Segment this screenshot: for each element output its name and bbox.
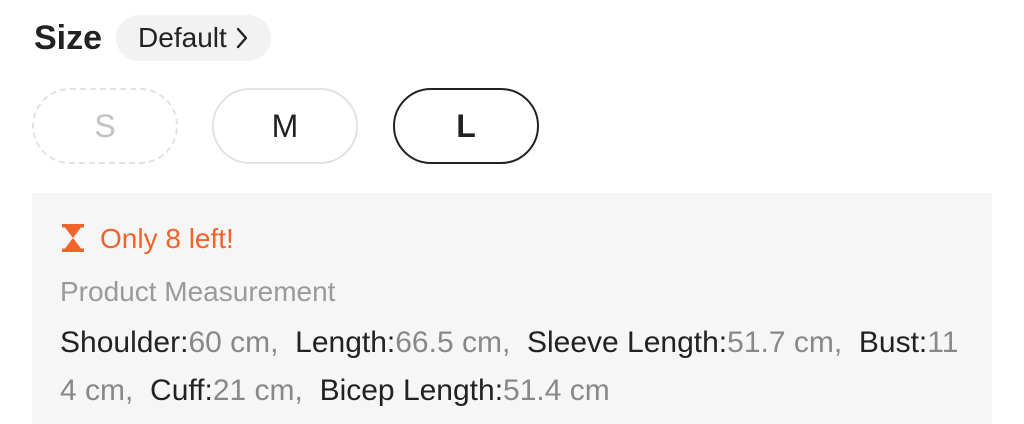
measurement-value: 21 cm (212, 374, 295, 407)
measurement-value: 51.7 cm (727, 326, 834, 359)
size-info-panel: Only 8 left! Product Measurement Shoulde… (32, 193, 992, 424)
measurement-value: 51.4 cm (503, 374, 610, 407)
measurement-separator: , (501, 326, 527, 359)
measurement-separator: , (833, 326, 859, 359)
measurement-item: Length:66.5 cm, (295, 326, 527, 359)
measurement-separator: , (294, 374, 320, 407)
measurement-item: Sleeve Length:51.7 cm, (527, 326, 859, 359)
size-option-m[interactable]: M (212, 88, 358, 164)
size-header: Size Default (34, 14, 271, 62)
measurement-list: Shoulder:60 cm, Length:66.5 cm, Sleeve L… (60, 319, 964, 415)
measurement-label: Sleeve Length: (526, 326, 728, 359)
size-option-l[interactable]: L (393, 88, 539, 164)
hourglass-icon (60, 223, 88, 255)
size-title: Size (34, 18, 103, 57)
stock-text: Only 8 left! (100, 223, 234, 254)
measurement-label: Cuff: (150, 374, 213, 407)
size-default-label: Default (138, 22, 227, 53)
measurement-label: Length: (295, 326, 396, 359)
measurement-item: Cuff:21 cm, (150, 374, 320, 407)
measurement-item: Bicep Length:51.4 cm (320, 374, 610, 407)
measurement-label: Bicep Length: (319, 374, 504, 407)
measurement-title: Product Measurement (60, 276, 336, 307)
measurement-separator: , (125, 374, 151, 407)
measurement-item: Shoulder:60 cm, (60, 326, 295, 359)
size-options: S M L (32, 88, 552, 166)
stock-warning: Only 8 left! (60, 219, 964, 259)
measurement-separator: , (270, 326, 296, 359)
chevron-right-icon (235, 26, 249, 50)
size-option-s[interactable]: S (32, 88, 178, 164)
measurement-label: Shoulder: (60, 326, 189, 359)
size-default-chip[interactable]: Default (116, 15, 271, 61)
measurement-value: 60 cm (188, 326, 271, 359)
measurement-value: 66.5 cm (395, 326, 502, 359)
measurement-label: Bust: (858, 326, 928, 359)
